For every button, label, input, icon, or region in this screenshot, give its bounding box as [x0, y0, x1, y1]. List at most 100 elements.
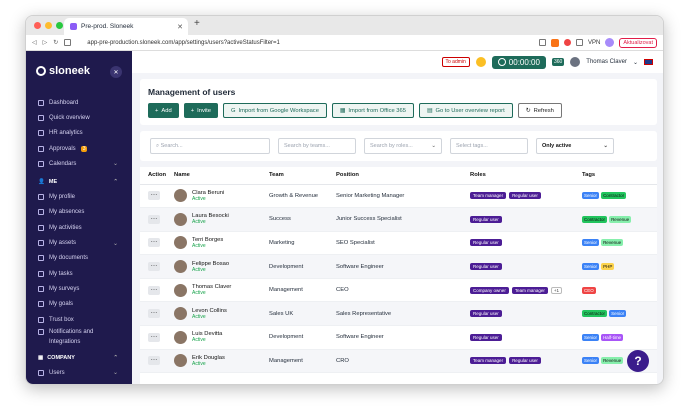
extensions-icon[interactable]: [576, 39, 583, 46]
browser-tab[interactable]: Pre-prod. Sloneek ✕: [64, 18, 188, 35]
col-team[interactable]: Team: [261, 167, 329, 185]
roles-filter[interactable]: Search by roles... ⌄: [364, 138, 442, 154]
close-window-icon[interactable]: [34, 22, 41, 29]
import-office-button[interactable]: ▦ Import from Office 365: [331, 103, 414, 118]
add-label: Add: [161, 107, 172, 114]
sidebar-item-my-surveys[interactable]: My surveys: [26, 281, 132, 296]
sidebar-item-my-tasks[interactable]: My tasks: [26, 266, 132, 281]
action-cell: …: [140, 301, 167, 327]
more-actions-icon[interactable]: …: [148, 308, 160, 319]
team-cell: Growth & Revenue: [261, 184, 329, 209]
tags-filter[interactable]: Select tags...: [450, 138, 528, 154]
avatar: [174, 307, 188, 321]
sidebar-item-my-absences[interactable]: My absences: [26, 205, 132, 220]
help-button[interactable]: ?: [627, 350, 649, 372]
sidebar-item-label: Integrations: [49, 339, 81, 346]
sidebar-item-my-profile[interactable]: My profile: [26, 189, 132, 204]
reload-icon[interactable]: ↻: [53, 39, 58, 46]
user-avatar[interactable]: [570, 57, 581, 67]
chevron-down-icon[interactable]: ⌄: [633, 59, 638, 66]
timer-button[interactable]: 00:00:00: [491, 55, 546, 69]
table-row[interactable]: … Erik Douglas Active Management CRO Team…: [140, 349, 657, 374]
import-google-button[interactable]: G Import from Google Workspace: [222, 103, 327, 118]
invite-button[interactable]: + Invite: [183, 103, 218, 118]
table-row[interactable]: … Terri Borges Active Marketing SEO Speci…: [140, 231, 657, 256]
tasks-icon: [38, 270, 44, 277]
col-position[interactable]: Position: [328, 167, 463, 185]
section-company[interactable]: ▦ COMPANY ⌃: [26, 351, 132, 365]
sidebar-item-calendars[interactable]: Calendars ⌄: [26, 156, 132, 171]
teams-filter[interactable]: Search by teams...: [278, 138, 356, 154]
close-tab-icon[interactable]: ✕: [177, 23, 183, 31]
more-actions-icon[interactable]: …: [148, 332, 160, 342]
status-label: Active: [192, 242, 206, 249]
user-name[interactable]: Felippe Bosao: [192, 261, 229, 267]
to-admin-button[interactable]: To admin: [441, 57, 470, 67]
sidebar-item-hr-analytics[interactable]: HR analytics: [26, 126, 132, 141]
table-row[interactable]: … Luis Devitta Active Development Softwar…: [140, 325, 657, 350]
tag-badge: Senior: [582, 239, 600, 247]
sidebar-item-label: HR analytics: [49, 130, 83, 137]
action-cell: …: [140, 254, 167, 279]
more-actions-icon[interactable]: …: [148, 190, 160, 201]
col-name[interactable]: Name: [166, 167, 262, 185]
profile-avatar[interactable]: [605, 38, 615, 47]
new-tab-icon[interactable]: +: [194, 18, 200, 29]
overview-report-button[interactable]: ▤ Go to User overview report: [418, 103, 513, 118]
sidebar-item-dashboard[interactable]: Dashboard: [26, 95, 132, 110]
sidebar-item-approvals[interactable]: Approvals 3: [26, 141, 132, 156]
more-roles-badge[interactable]: +1: [550, 286, 562, 294]
avatar: [174, 330, 188, 344]
table-row[interactable]: … Felippe Bosao Active Development Softwa…: [140, 254, 657, 279]
collapse-sidebar-icon[interactable]: ✕: [110, 66, 122, 78]
add-button[interactable]: + Add: [148, 103, 179, 118]
url-field[interactable]: app-pre-production.sloneek.com/app/setti…: [87, 40, 280, 46]
role-badge: Regular user: [470, 333, 502, 341]
search-input[interactable]: ⌕ Search...: [150, 138, 270, 154]
search-placeholder: Search...: [160, 143, 183, 149]
minimize-window-icon[interactable]: [45, 22, 52, 29]
sidebar-item-my-documents[interactable]: My documents: [26, 251, 132, 266]
brave-shield-icon[interactable]: [551, 38, 559, 47]
forward-icon[interactable]: ▷: [43, 39, 48, 46]
screen-icon[interactable]: [539, 39, 546, 46]
more-actions-icon[interactable]: …: [148, 214, 160, 224]
status-select[interactable]: Only active ⌄: [536, 138, 614, 154]
team-cell: Marketing: [261, 231, 329, 256]
back-icon[interactable]: ◁: [32, 39, 37, 46]
table-row[interactable]: … Clara Beruni Active Growth & Revenue Se…: [140, 184, 657, 209]
sidebar-item-my-goals[interactable]: My goals: [26, 297, 132, 312]
user-name[interactable]: Levon Collins: [192, 308, 227, 314]
feedback-360-badge[interactable]: 360: [551, 58, 565, 66]
name-cell: Terri Borges Active: [166, 231, 262, 256]
sidebar-item-trust-box[interactable]: Trust box: [26, 312, 132, 327]
record-icon[interactable]: [564, 39, 571, 46]
update-button[interactable]: Aktualizovat: [619, 37, 657, 48]
sidebar-item-integrations[interactable]: Integrations: [26, 337, 132, 347]
table-row[interactable]: … Thomas Claver Active Management CEO Com…: [140, 278, 657, 303]
table-row[interactable]: … Levon Collins Active Sales UK Sales Rep…: [140, 301, 657, 327]
sidebar-item-notifications[interactable]: Notifications and: [26, 327, 132, 337]
bookmark-icon[interactable]: [64, 39, 72, 46]
tag-badge: Senior: [582, 192, 600, 200]
sidebar-item-label: Users: [49, 369, 65, 376]
section-me[interactable]: 👤 ME ⌃: [26, 175, 132, 189]
refresh-button[interactable]: ↻ Refresh: [517, 103, 562, 118]
user-name[interactable]: Thomas Claver: [586, 59, 627, 65]
status-label: Active: [192, 337, 206, 344]
google-icon: G: [230, 107, 236, 114]
sidebar-item-users[interactable]: Users ⌄: [26, 365, 132, 380]
sidebar-item-my-assets[interactable]: My assets ⌄: [26, 235, 132, 250]
table-row[interactable]: … Laura Besocki Active Success Junior Suc…: [140, 207, 657, 232]
vpn-button[interactable]: VPN: [588, 40, 600, 46]
maximize-window-icon[interactable]: [56, 22, 63, 29]
user-name[interactable]: Clara Beruni: [192, 190, 224, 196]
language-flag-icon[interactable]: [644, 59, 653, 65]
more-actions-icon[interactable]: …: [148, 237, 160, 248]
more-actions-icon[interactable]: …: [148, 355, 160, 366]
more-actions-icon[interactable]: …: [148, 261, 160, 272]
browser-tabbar: Pre-prod. Sloneek ✕ +: [26, 16, 663, 35]
sidebar-item-quick-overview[interactable]: Quick overview: [26, 110, 132, 125]
sidebar-item-my-activities[interactable]: My activities: [26, 220, 132, 235]
more-actions-icon[interactable]: …: [148, 285, 160, 295]
